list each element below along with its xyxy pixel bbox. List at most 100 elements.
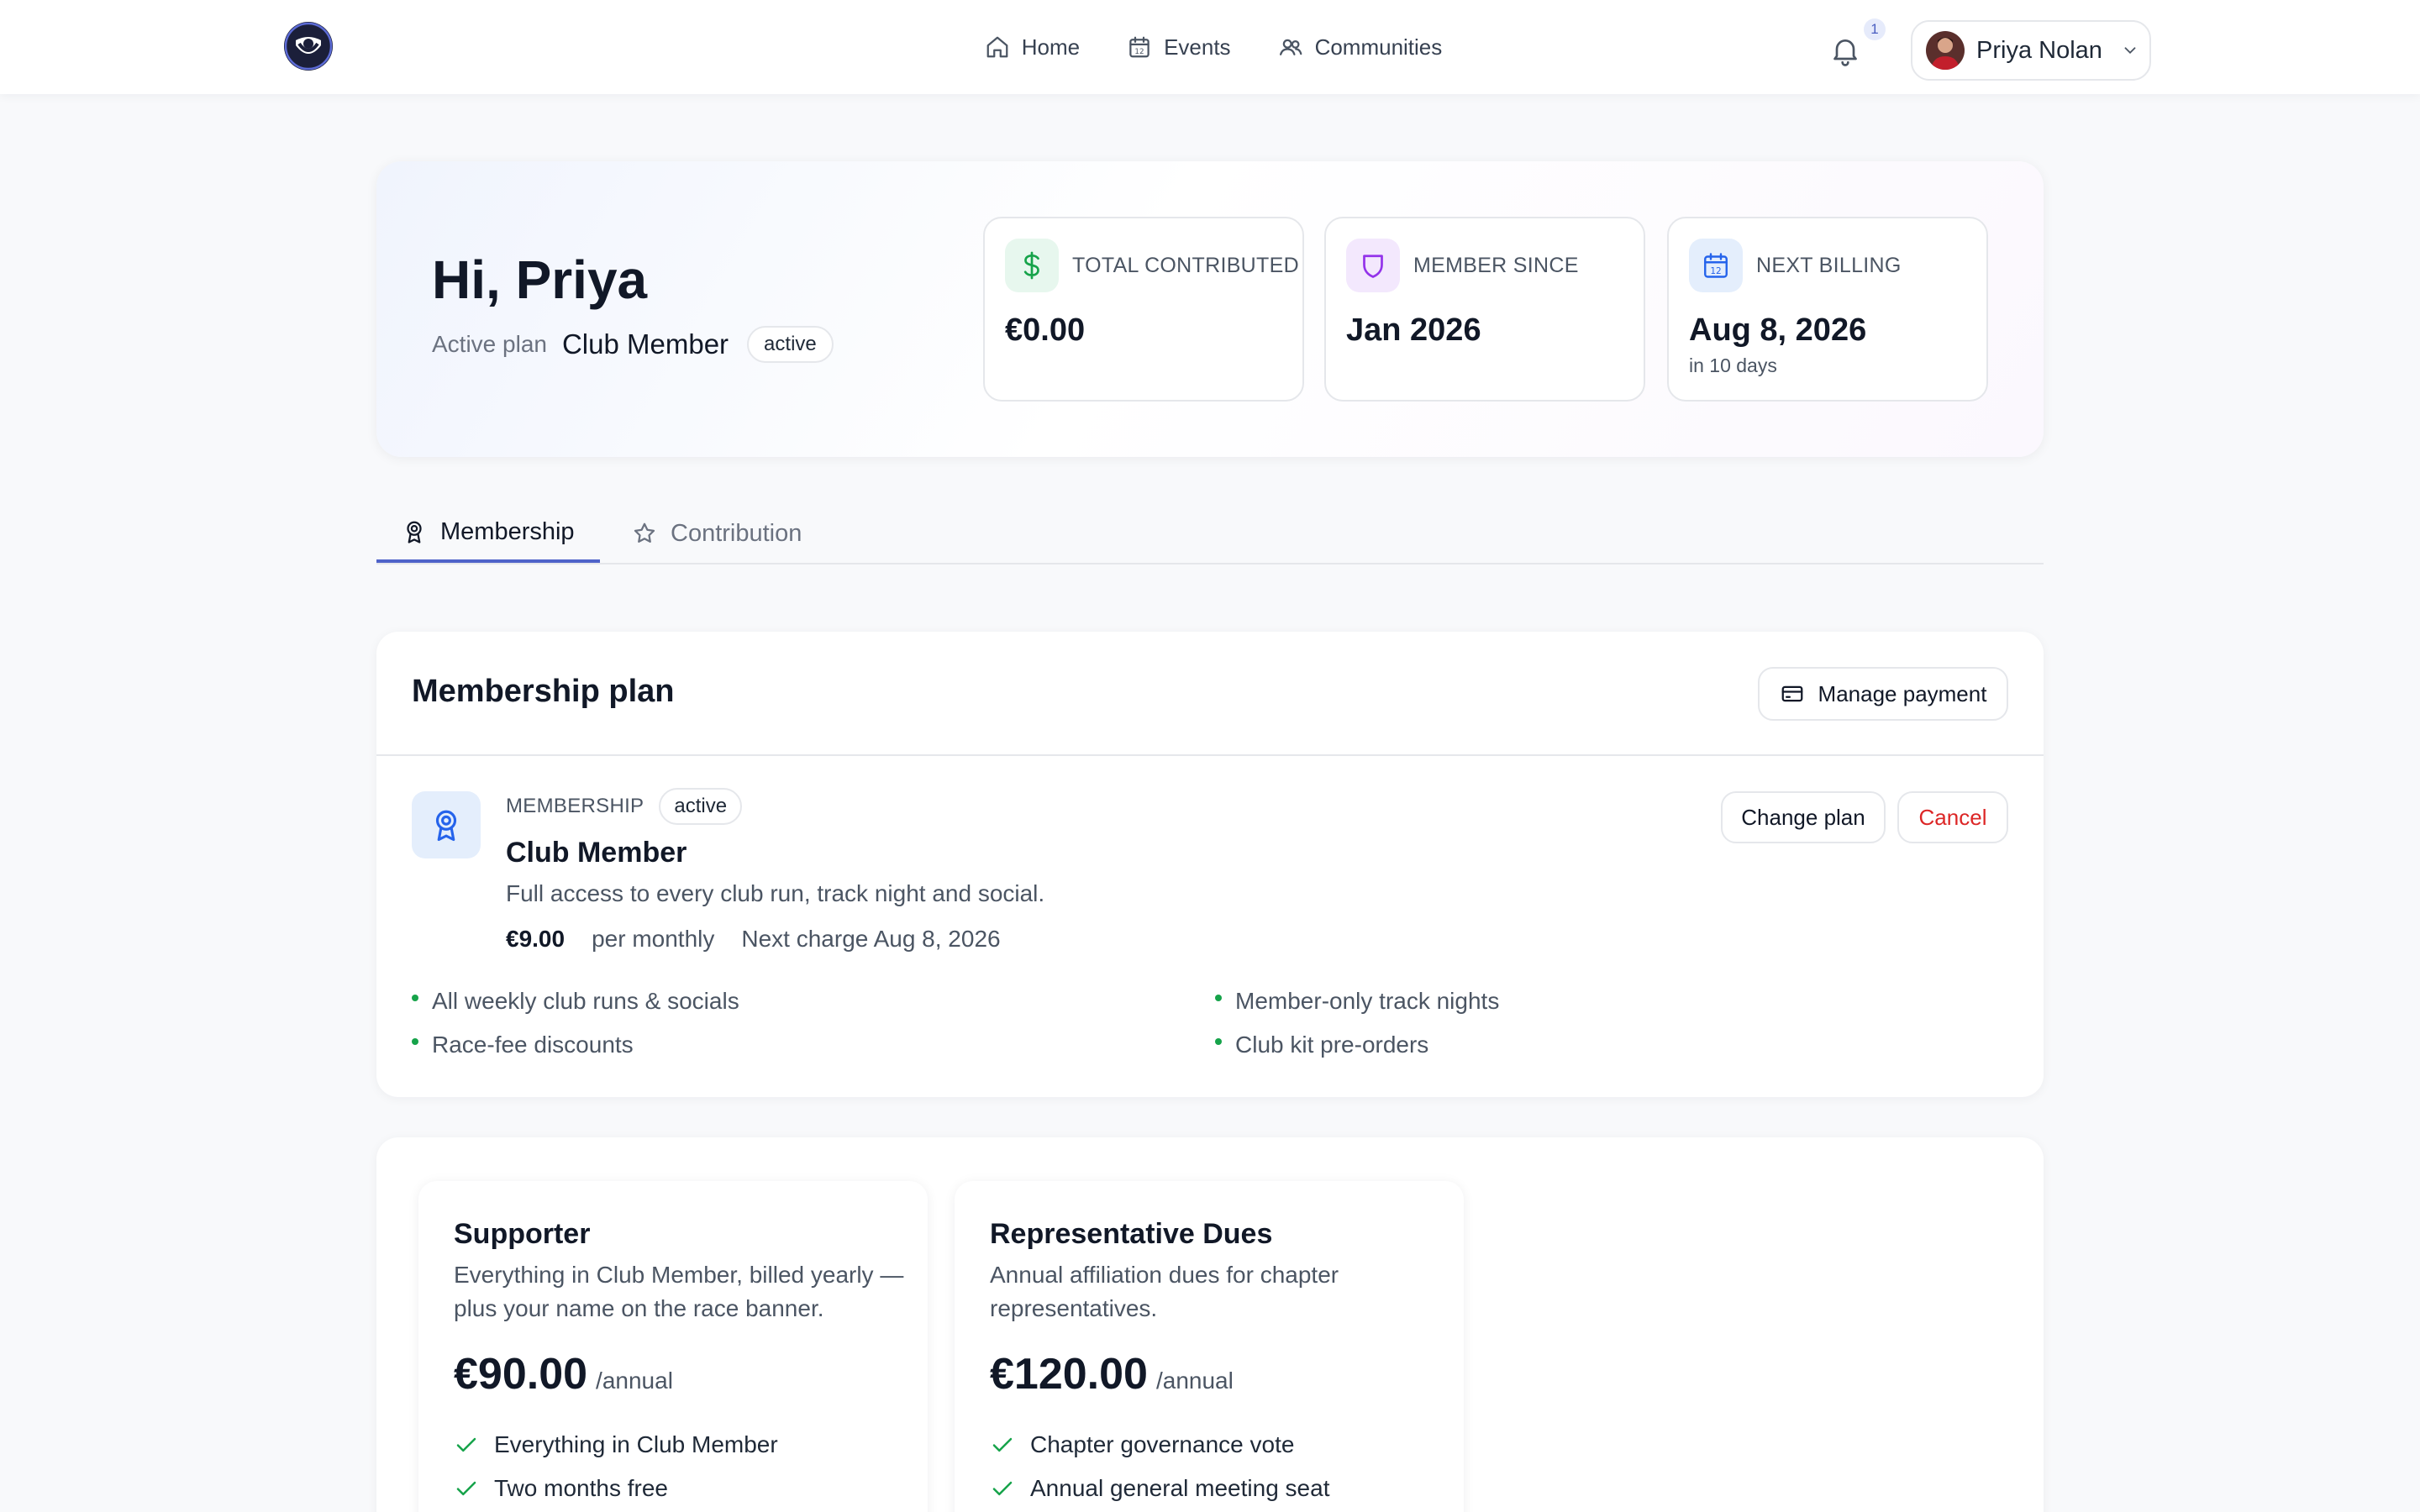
plan-feature: Club kit pre-orders: [1215, 1032, 1428, 1058]
home-icon: [986, 36, 1008, 58]
plan-option-feature-text: Chapter governance vote: [1030, 1431, 1295, 1457]
award-icon: [435, 810, 457, 842]
plan-option-feature-text: Everything in Club Member: [494, 1431, 778, 1457]
plan-option-card[interactable]: Supporter Everything in Club Member, bil…: [418, 1181, 928, 1512]
section-tabs: Membership Contribution: [376, 504, 2044, 564]
plan-feature-text: Race-fee discounts: [432, 1032, 634, 1058]
active-plan-line: Active plan Club Member active: [432, 326, 834, 363]
avatar: [1926, 31, 1965, 70]
plan-option-feature-text: Two months free: [494, 1475, 668, 1501]
nav-home[interactable]: Home: [985, 34, 1080, 60]
plan-kicker-text: MEMBERSHIP: [506, 795, 644, 817]
credit-card-icon: [1781, 685, 1802, 702]
plan-feature: All weekly club runs & socials: [412, 988, 739, 1015]
plan-option-feature-text: Annual general meeting seat: [1030, 1475, 1330, 1501]
stat-label: TOTAL CONTRIBUTED: [1072, 254, 1299, 277]
notifications-button[interactable]: [1828, 34, 1862, 67]
plan-option-feature: Chapter governance vote: [990, 1431, 1294, 1458]
plan-option-name: Representative Dues: [990, 1218, 1273, 1250]
plan-option-period: /annual: [596, 1368, 673, 1394]
plan-option-price-line: €90.00 /annual: [454, 1349, 673, 1399]
plan-feature: Member-only track nights: [1215, 988, 1499, 1015]
award-icon: [407, 521, 422, 543]
stat-icon-wrap: 12: [1689, 239, 1743, 292]
users-icon: [1279, 39, 1302, 55]
user-menu[interactable]: Priya Nolan: [1911, 20, 2151, 81]
stat-member-since: MEMBER SINCE Jan 2026: [1324, 217, 1645, 402]
check-icon: [992, 1481, 1013, 1496]
plan-feature: Race-fee discounts: [412, 1032, 634, 1058]
top-navbar: Home 12 Events Communities 1 Priya Nolan: [0, 0, 2420, 94]
plan-option-description: Annual affiliation dues for chapter repr…: [990, 1262, 1339, 1321]
stat-label: NEXT BILLING: [1756, 254, 1902, 277]
plan-option-period: /annual: [1155, 1368, 1234, 1394]
chevron-down-icon: [2124, 47, 2136, 55]
stat-value: €0.00: [1005, 312, 1086, 348]
calendar-icon: 12: [1704, 253, 1728, 278]
star-icon: [634, 522, 655, 543]
notification-count-badge: 1: [1864, 18, 1886, 40]
check-icon: [992, 1437, 1013, 1452]
status-badge: active: [747, 326, 834, 363]
cancel-button[interactable]: Cancel: [1897, 791, 2008, 843]
card-title: Membership plan: [412, 674, 675, 709]
plan-period: per monthly: [592, 926, 715, 952]
plan-option-price-line: €120.00 /annual: [990, 1349, 1234, 1399]
active-plan-label: Active plan: [432, 331, 547, 357]
status-badge: active: [659, 788, 743, 825]
plan-price: €9.00: [506, 926, 566, 952]
tab-contribution-label: Contribution: [671, 519, 802, 547]
plan-kicker: MEMBERSHIP active: [506, 788, 743, 825]
manage-payment-button[interactable]: Manage payment: [1758, 667, 2008, 721]
check-icon: [456, 1437, 476, 1452]
plan-price-line: €9.00 per monthly Next charge Aug 8, 202…: [506, 926, 1001, 953]
active-plan-name: Club Member: [561, 328, 729, 360]
plan-icon-wrap: [412, 791, 481, 858]
change-plan-button[interactable]: Change plan: [1721, 791, 1886, 843]
plan-option-description: Everything in Club Member, billed yearly…: [454, 1262, 904, 1321]
plan-option-card[interactable]: Representative Dues Annual affiliation d…: [955, 1181, 1464, 1512]
alternative-plans-section: Supporter Everything in Club Member, bil…: [376, 1137, 2044, 1512]
stat-icon-wrap: [1346, 239, 1400, 292]
plan-feature-text: Member-only track nights: [1235, 988, 1500, 1014]
tab-contribution[interactable]: Contribution: [632, 504, 802, 563]
tab-membership-label: Membership: [440, 517, 575, 545]
page-title: Hi, Priya: [432, 249, 648, 310]
plan-description: Full access to every club run, track nig…: [506, 880, 1045, 906]
stat-total-contributed: TOTAL CONTRIBUTED €0.00: [983, 217, 1304, 402]
stat-value: Aug 8, 2026: [1689, 312, 1867, 348]
bullet-dot: [1215, 1038, 1222, 1045]
stat-next-billing: 12 NEXT BILLING Aug 8, 2026 in 10 days: [1667, 217, 1988, 402]
manage-payment-label: Manage payment: [1818, 680, 1987, 706]
dollar-icon: [1023, 251, 1039, 280]
nav-communities[interactable]: Communities: [1278, 34, 1443, 60]
membership-plan-card: Membership plan Manage payment MEMBERSHI…: [376, 632, 2044, 1097]
nav-home-label: Home: [1021, 34, 1081, 60]
svg-text:12: 12: [1710, 266, 1721, 276]
stat-label: MEMBER SINCE: [1413, 254, 1579, 277]
stat-value: Jan 2026: [1346, 312, 1481, 348]
bullet-dot: [412, 1038, 418, 1045]
nav-events-label: Events: [1164, 34, 1231, 60]
check-icon: [456, 1481, 476, 1496]
stat-subtext: in 10 days: [1689, 354, 1777, 376]
user-name: Priya Nolan: [1976, 36, 2102, 64]
nav-communities-label: Communities: [1314, 34, 1443, 60]
divider: [376, 754, 2044, 756]
plan-feature-text: Club kit pre-orders: [1235, 1032, 1429, 1058]
bullet-dot: [412, 995, 418, 1001]
plan-option-price: €120.00: [990, 1350, 1148, 1399]
nav-events[interactable]: 12 Events: [1127, 34, 1231, 60]
calendar-icon: 12: [1129, 36, 1150, 58]
plan-option-feature: Everything in Club Member: [454, 1431, 778, 1458]
plan-option-price: €90.00: [454, 1350, 588, 1399]
plan-option-feature: Two months free: [454, 1475, 668, 1502]
bullet-dot: [1215, 995, 1222, 1001]
stat-icon-wrap: [1005, 239, 1059, 292]
tab-membership[interactable]: Membership: [376, 504, 600, 563]
shield-icon: [1363, 255, 1383, 278]
bell-icon: [1833, 39, 1857, 66]
svg-text:12: 12: [1134, 48, 1144, 56]
plan-option-name: Supporter: [454, 1218, 591, 1250]
plan-feature-text: All weekly club runs & socials: [432, 988, 739, 1014]
